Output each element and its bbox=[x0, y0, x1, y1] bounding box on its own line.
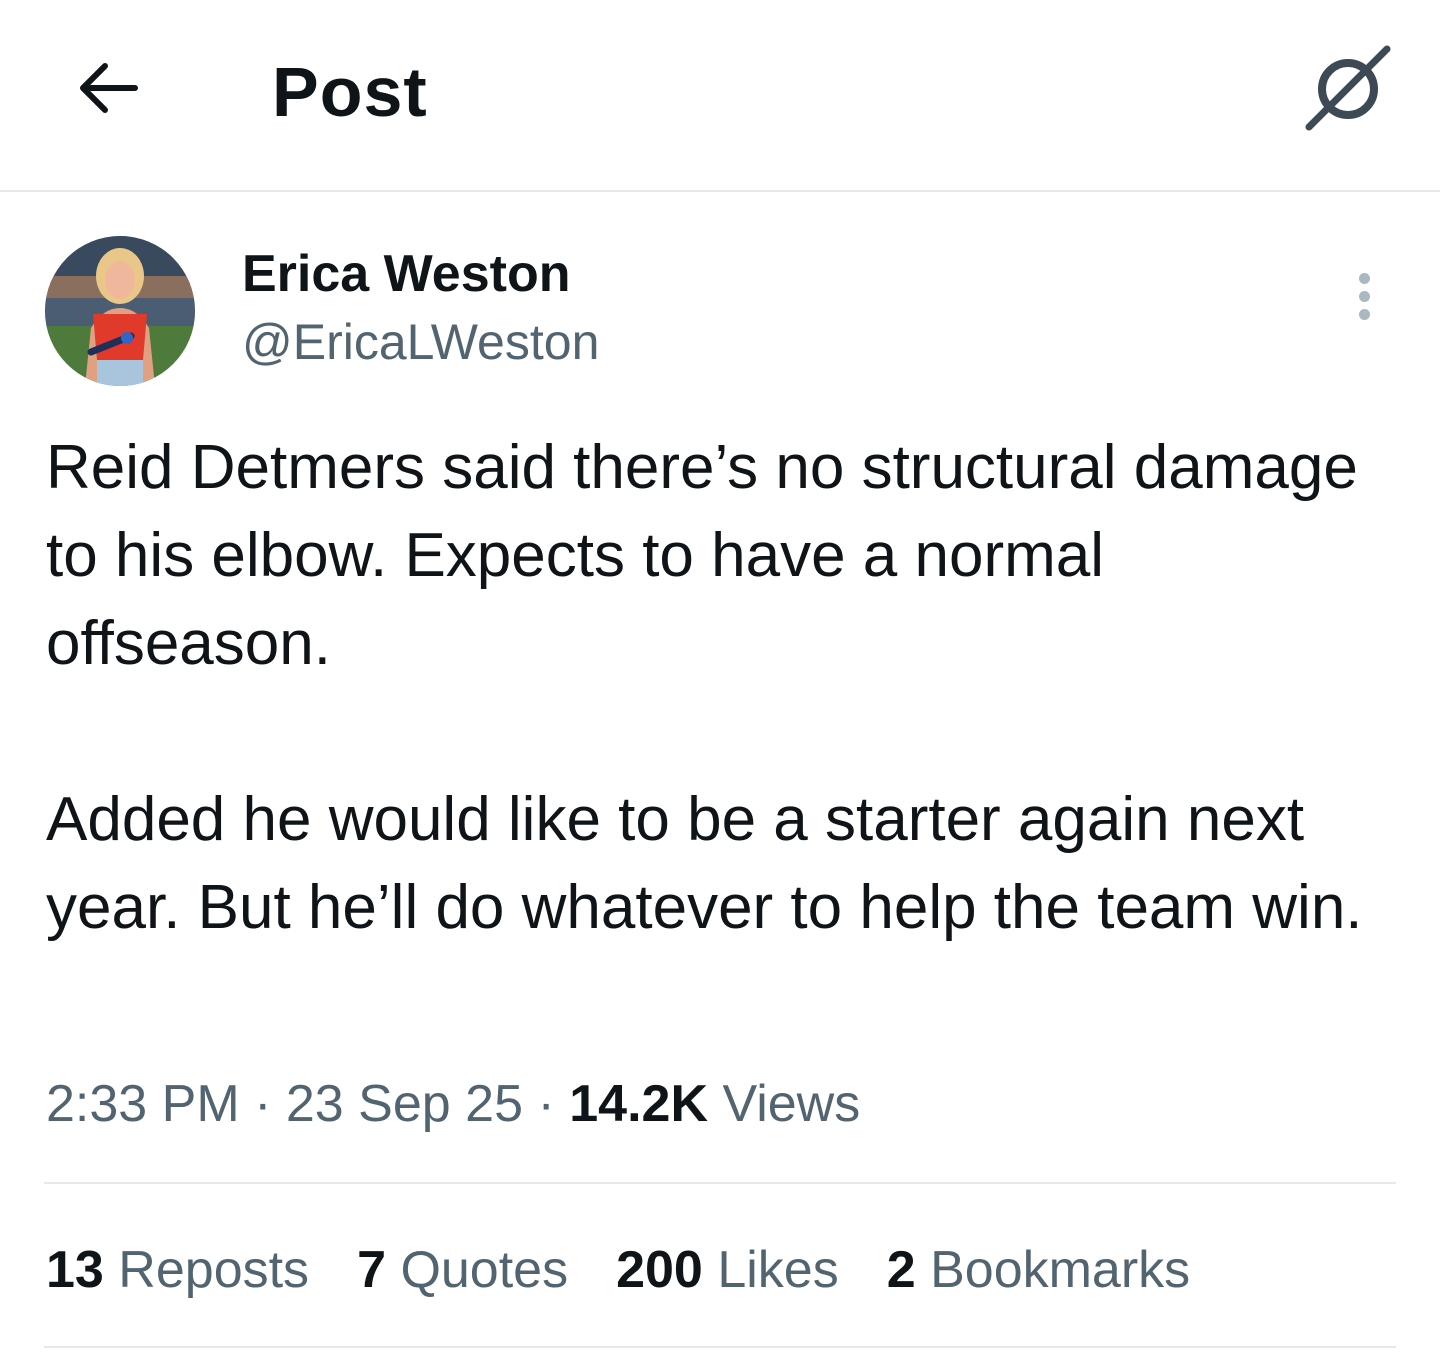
divider bbox=[44, 1346, 1396, 1348]
views-label[interactable]: Views bbox=[722, 1075, 860, 1133]
reposts-count: 13 bbox=[46, 1241, 104, 1299]
back-button[interactable] bbox=[66, 52, 146, 124]
bookmarks-stat[interactable]: 2 Bookmarks bbox=[887, 1238, 1190, 1302]
post-meta: 2:33 PM · 23 Sep 25 · 14.2K Views bbox=[46, 1072, 860, 1136]
post-date[interactable]: 23 Sep 25 bbox=[286, 1075, 523, 1133]
meta-separator: · bbox=[254, 1075, 272, 1133]
bookmarks-label: Bookmarks bbox=[930, 1241, 1191, 1299]
bookmarks-count: 2 bbox=[886, 1241, 916, 1299]
likes-label: Likes bbox=[717, 1241, 839, 1299]
arrow-left-icon bbox=[80, 63, 138, 113]
page-title: Post bbox=[272, 53, 428, 131]
author-handle[interactable]: @EricaLWeston bbox=[242, 312, 599, 372]
quotes-stat[interactable]: 7 Quotes bbox=[357, 1238, 568, 1302]
quotes-label: Quotes bbox=[400, 1241, 569, 1299]
likes-stat[interactable]: 200 Likes bbox=[616, 1238, 839, 1302]
grok-icon bbox=[1305, 45, 1391, 131]
more-options-button[interactable] bbox=[1336, 264, 1392, 328]
quotes-count: 7 bbox=[357, 1241, 386, 1299]
meta-separator: · bbox=[537, 1075, 555, 1133]
reposts-label: Reposts bbox=[118, 1241, 310, 1299]
avatar-photo bbox=[45, 236, 195, 386]
post-time[interactable]: 2:33 PM bbox=[46, 1075, 240, 1133]
top-bar: Post bbox=[0, 0, 1440, 192]
more-dot bbox=[1358, 272, 1370, 284]
views-count[interactable]: 14.2K bbox=[569, 1075, 708, 1133]
likes-count: 200 bbox=[616, 1241, 703, 1299]
author-name[interactable]: Erica Weston bbox=[242, 244, 570, 304]
reposts-stat[interactable]: 13 Reposts bbox=[46, 1238, 309, 1302]
more-dot bbox=[1358, 290, 1370, 302]
post-text: Reid Detmers said there’s no structural … bbox=[46, 433, 1363, 942]
more-dot bbox=[1358, 308, 1370, 320]
grok-button[interactable] bbox=[1300, 42, 1396, 134]
divider bbox=[44, 1182, 1396, 1184]
author-avatar[interactable] bbox=[45, 236, 195, 386]
engagement-stats: 13 Reposts 7 Quotes 200 Likes 2 Bookmark… bbox=[46, 1238, 1190, 1302]
